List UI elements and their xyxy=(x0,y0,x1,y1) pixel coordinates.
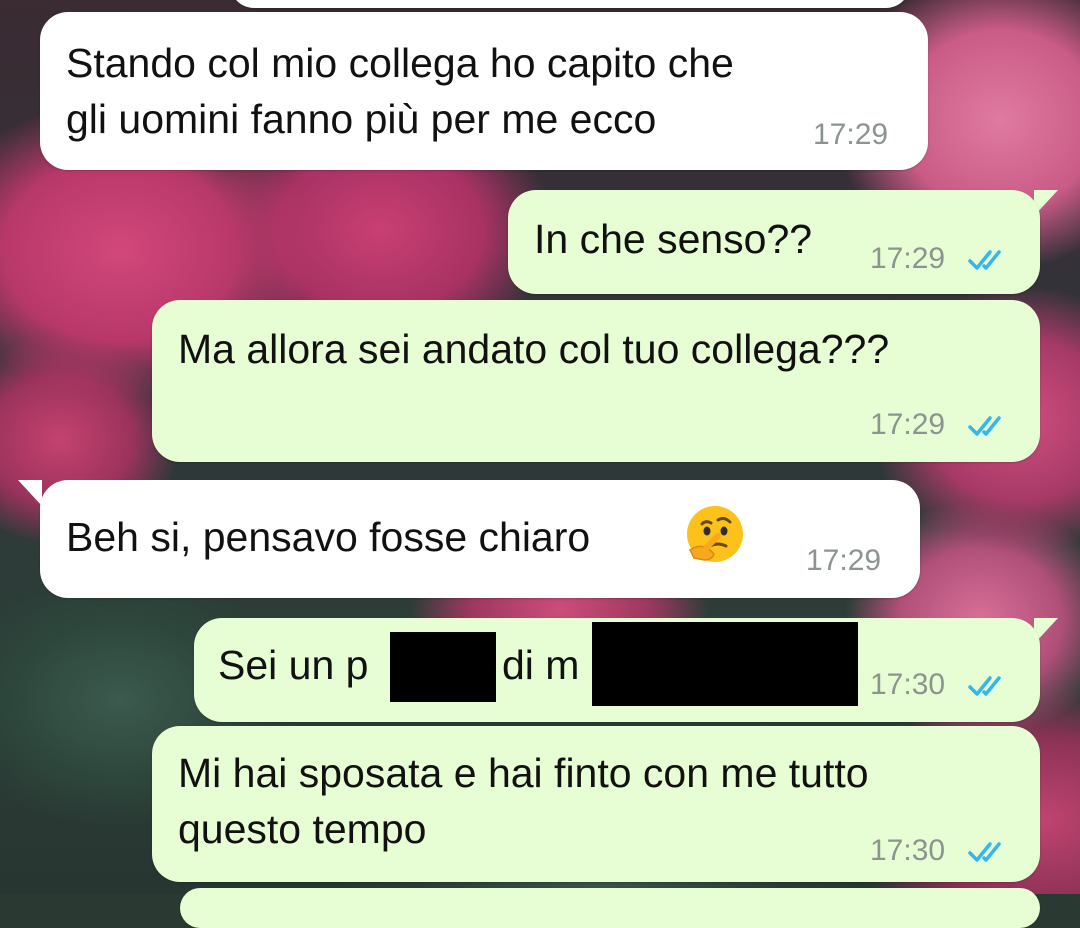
message-text-line: In che senso?? xyxy=(534,216,813,262)
message-timestamp: 17:29 xyxy=(813,118,889,151)
message-bubble-outgoing[interactable]: In che senso?? 17:29 xyxy=(508,190,1040,294)
message-text-line: questo tempo xyxy=(178,806,427,852)
read-receipt-icon xyxy=(968,250,1001,270)
message-timestamp: 17:30 xyxy=(870,668,946,701)
message-text-line: Beh si, pensavo fosse chiaro xyxy=(66,514,591,560)
message-text-part: di m xyxy=(502,642,580,688)
message-timestamp: 17:29 xyxy=(870,242,946,275)
message-timestamp: 17:30 xyxy=(870,834,946,867)
message-text-line: gli uomini fanno più per me ecco xyxy=(66,96,657,142)
read-receipt-icon xyxy=(968,842,1001,862)
message-text-line: Stando col mio collega ho capito che xyxy=(66,40,734,86)
message-bubble-outgoing[interactable]: Mi hai sposata e hai finto con me tutto … xyxy=(152,726,1040,882)
message-text-line: Ma allora sei andato col tuo collega??? xyxy=(178,326,890,372)
read-receipt-icon xyxy=(968,416,1001,436)
message-text-part: Sei un p xyxy=(218,642,369,688)
message-timestamp: 17:29 xyxy=(870,408,946,441)
message-bubble-incoming[interactable]: Stando col mio collega ho capito che gli… xyxy=(40,12,928,170)
message-bubble-incoming[interactable]: Beh si, pensavo fosse chiaro 17:29 xyxy=(40,480,920,598)
message-bubble-outgoing[interactable]: Sei un p di m 17:30 xyxy=(194,618,1040,722)
thinking-face-emoji-icon xyxy=(687,506,743,562)
bubble-tail xyxy=(18,480,42,506)
redaction-box xyxy=(592,622,858,706)
redaction-box xyxy=(390,632,496,702)
partial-message-bubble[interactable] xyxy=(180,888,1040,928)
message-text-line: Mi hai sposata e hai finto con me tutto xyxy=(178,750,869,796)
partial-message-bubble[interactable] xyxy=(230,0,910,8)
message-timestamp: 17:29 xyxy=(806,544,882,577)
read-receipt-icon xyxy=(968,676,1001,696)
message-bubble-outgoing[interactable]: Ma allora sei andato col tuo collega??? … xyxy=(152,300,1040,462)
